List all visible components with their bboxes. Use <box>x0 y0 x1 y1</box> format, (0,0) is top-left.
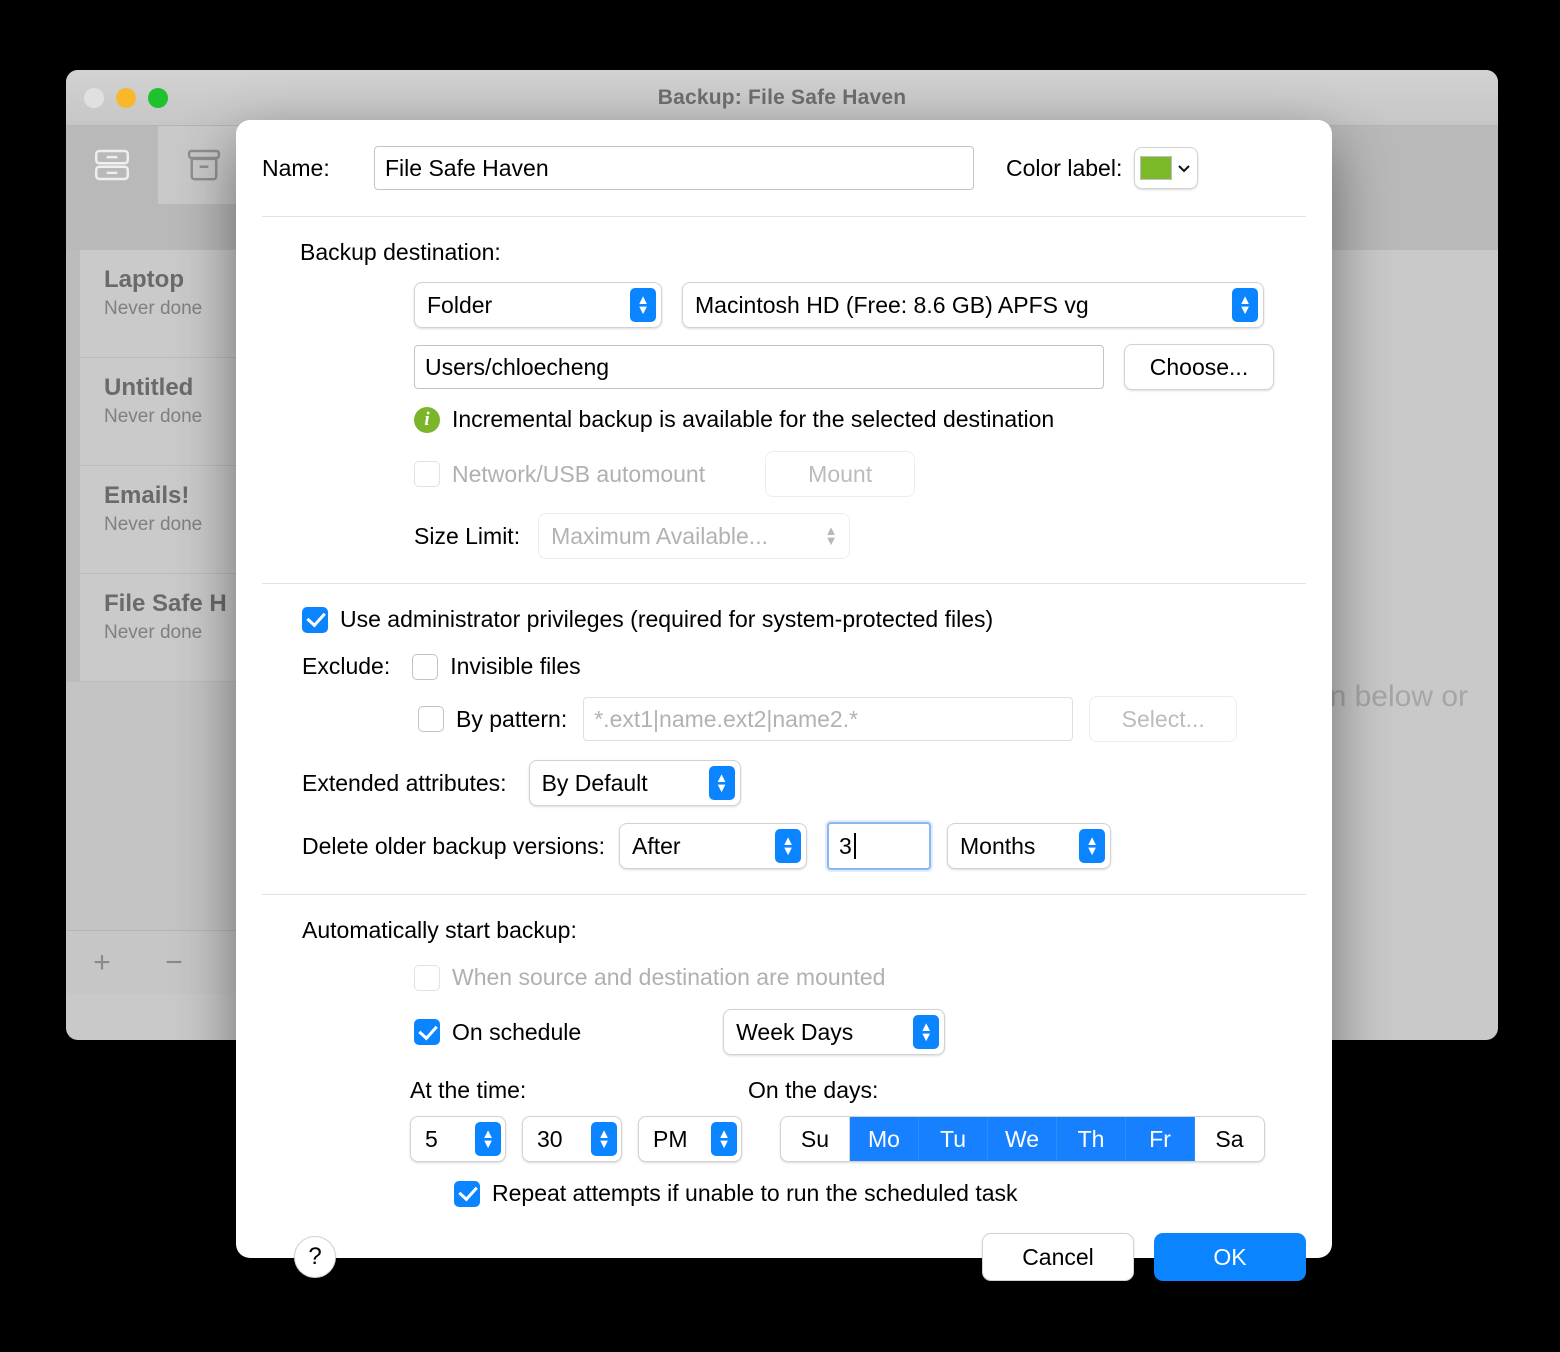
chevron-updown-icon: ▲ ▼ <box>475 1122 501 1156</box>
on-schedule-label: On schedule <box>452 1018 582 1045</box>
schedule-frequency-select[interactable]: Week Days ▲ ▼ <box>723 1009 946 1055</box>
chevron-updown-icon: ▲ ▼ <box>1232 288 1258 322</box>
delete-older-mode-value: After <box>632 832 681 859</box>
admin-privileges-label: Use administrator privileges (required f… <box>340 606 994 632</box>
delete-older-unit-select[interactable]: Months ▲ ▼ <box>947 823 1111 869</box>
chevron-updown-icon: ▲ ▼ <box>913 1015 940 1049</box>
on-schedule-checkbox[interactable] <box>414 1019 440 1045</box>
day-th[interactable]: Th <box>1057 1117 1126 1161</box>
incremental-backup-info-text: Incremental backup is available for the … <box>452 406 1055 432</box>
chevron-updown-icon: ▲ ▼ <box>591 1122 617 1156</box>
choose-button[interactable]: Choose... <box>1124 344 1274 390</box>
backup-settings-dialog: Name: File Safe Haven Color label: Backu… <box>236 120 1332 1281</box>
hour-value: 5 <box>425 1125 438 1152</box>
destination-type-value: Folder <box>427 291 493 318</box>
color-label-label: Color label: <box>1006 154 1123 181</box>
extended-attributes-label: Extended attributes: <box>302 769 507 796</box>
mount-button[interactable]: Mount <box>765 451 916 497</box>
hour-stepper[interactable]: 5 ▲ ▼ <box>410 1116 506 1162</box>
minute-stepper[interactable]: 30 ▲ ▼ <box>522 1116 622 1162</box>
auto-start-heading: Automatically start backup: <box>302 917 577 943</box>
day-tu[interactable]: Tu <box>919 1117 988 1161</box>
screen: Backup: File Safe Haven Laptop Never don… <box>0 0 1560 1352</box>
add-task-button[interactable]: + <box>66 947 138 978</box>
chevron-updown-icon: ▲ ▼ <box>1079 829 1105 863</box>
ok-button[interactable]: OK <box>1154 1233 1306 1281</box>
backup-drive-icon <box>91 144 133 186</box>
when-mounted-checkbox[interactable] <box>414 964 440 991</box>
destination-volume-value: Macintosh HD (Free: 8.6 GB) APFS vg <box>695 291 1089 318</box>
day-mo[interactable]: Mo <box>850 1117 919 1161</box>
repeat-attempts-label: Repeat attempts if unable to run the sch… <box>492 1180 1018 1206</box>
name-input[interactable]: File Safe Haven <box>374 146 974 190</box>
meridiem-stepper[interactable]: PM ▲ ▼ <box>638 1116 742 1162</box>
backup-destination-label: Backup destination: <box>300 239 501 265</box>
chevron-updown-icon: ▲ ▼ <box>775 829 801 863</box>
minute-value: 30 <box>537 1125 563 1152</box>
window-titlebar: Backup: File Safe Haven <box>66 70 1498 126</box>
info-icon: i <box>414 406 440 433</box>
when-mounted-label: When source and destination are mounted <box>452 964 886 990</box>
delete-older-versions-label: Delete older backup versions: <box>302 832 605 859</box>
cancel-button[interactable]: Cancel <box>982 1233 1134 1281</box>
text-caret <box>853 833 856 859</box>
content-hint-text: n below or <box>1329 680 1468 713</box>
select-pattern-button[interactable]: Select... <box>1089 696 1238 742</box>
day-sa[interactable]: Sa <box>1195 1117 1264 1161</box>
size-limit-value: Maximum Available... <box>551 522 768 549</box>
toolbar-backup-tab[interactable] <box>66 126 158 204</box>
size-limit-label: Size Limit: <box>414 522 521 549</box>
exclude-pattern-checkbox[interactable] <box>418 706 444 732</box>
network-automount-checkbox[interactable] <box>414 461 440 487</box>
extended-attributes-select[interactable]: By Default ▲ ▼ <box>528 760 741 806</box>
destination-type-select[interactable]: Folder ▲ ▼ <box>414 282 662 328</box>
chevron-updown-icon: ▲ ▼ <box>824 523 838 548</box>
color-swatch <box>1140 156 1173 180</box>
day-fr[interactable]: Fr <box>1126 1117 1195 1161</box>
chevron-updown-icon: ▲ ▼ <box>708 766 735 800</box>
exclude-invisible-label: Invisible files <box>450 653 581 679</box>
exclude-label: Exclude: <box>302 653 391 679</box>
chevron-updown-icon: ▲ ▼ <box>630 288 656 322</box>
day-we[interactable]: We <box>988 1117 1057 1161</box>
window-title: Backup: File Safe Haven <box>657 85 907 109</box>
divider <box>262 583 1306 584</box>
destination-volume-select[interactable]: Macintosh HD (Free: 8.6 GB) APFS vg ▲ ▼ <box>682 282 1264 328</box>
delete-older-unit-value: Months <box>960 832 1036 859</box>
size-limit-select[interactable]: Maximum Available... ▲ ▼ <box>538 513 851 559</box>
days-of-week-picker[interactable]: Su Mo Tu We Th Fr Sa <box>780 1116 1265 1162</box>
extended-attributes-value: By Default <box>541 769 648 796</box>
exclude-pattern-input[interactable]: *.ext1|name.ext2|name2.* <box>583 697 1074 741</box>
destination-path-input[interactable]: Users/chloecheng <box>414 345 1104 389</box>
help-button[interactable]: ? <box>294 1236 336 1278</box>
exclude-pattern-label: By pattern: <box>456 705 568 732</box>
admin-privileges-checkbox[interactable] <box>302 606 328 633</box>
day-su[interactable]: Su <box>781 1117 850 1161</box>
delete-older-count-input[interactable]: 3 <box>827 822 931 870</box>
color-label-button[interactable] <box>1134 147 1199 189</box>
delete-older-mode-select[interactable]: After ▲ ▼ <box>619 823 807 869</box>
chevron-updown-icon: ▲ ▼ <box>711 1122 737 1156</box>
at-the-time-label: At the time: <box>410 1077 527 1103</box>
name-label: Name: <box>262 154 330 181</box>
repeat-attempts-checkbox[interactable] <box>454 1180 480 1207</box>
meridiem-value: PM <box>653 1125 688 1152</box>
exclude-invisible-checkbox[interactable] <box>412 653 439 680</box>
chevron-down-icon <box>1176 160 1192 176</box>
network-automount-label: Network/USB automount <box>452 460 706 487</box>
on-the-days-label: On the days: <box>748 1077 879 1103</box>
archive-box-icon <box>183 144 225 186</box>
remove-task-button[interactable]: − <box>138 947 210 978</box>
delete-older-count-value: 3 <box>839 832 852 859</box>
schedule-frequency-value: Week Days <box>736 1018 854 1045</box>
